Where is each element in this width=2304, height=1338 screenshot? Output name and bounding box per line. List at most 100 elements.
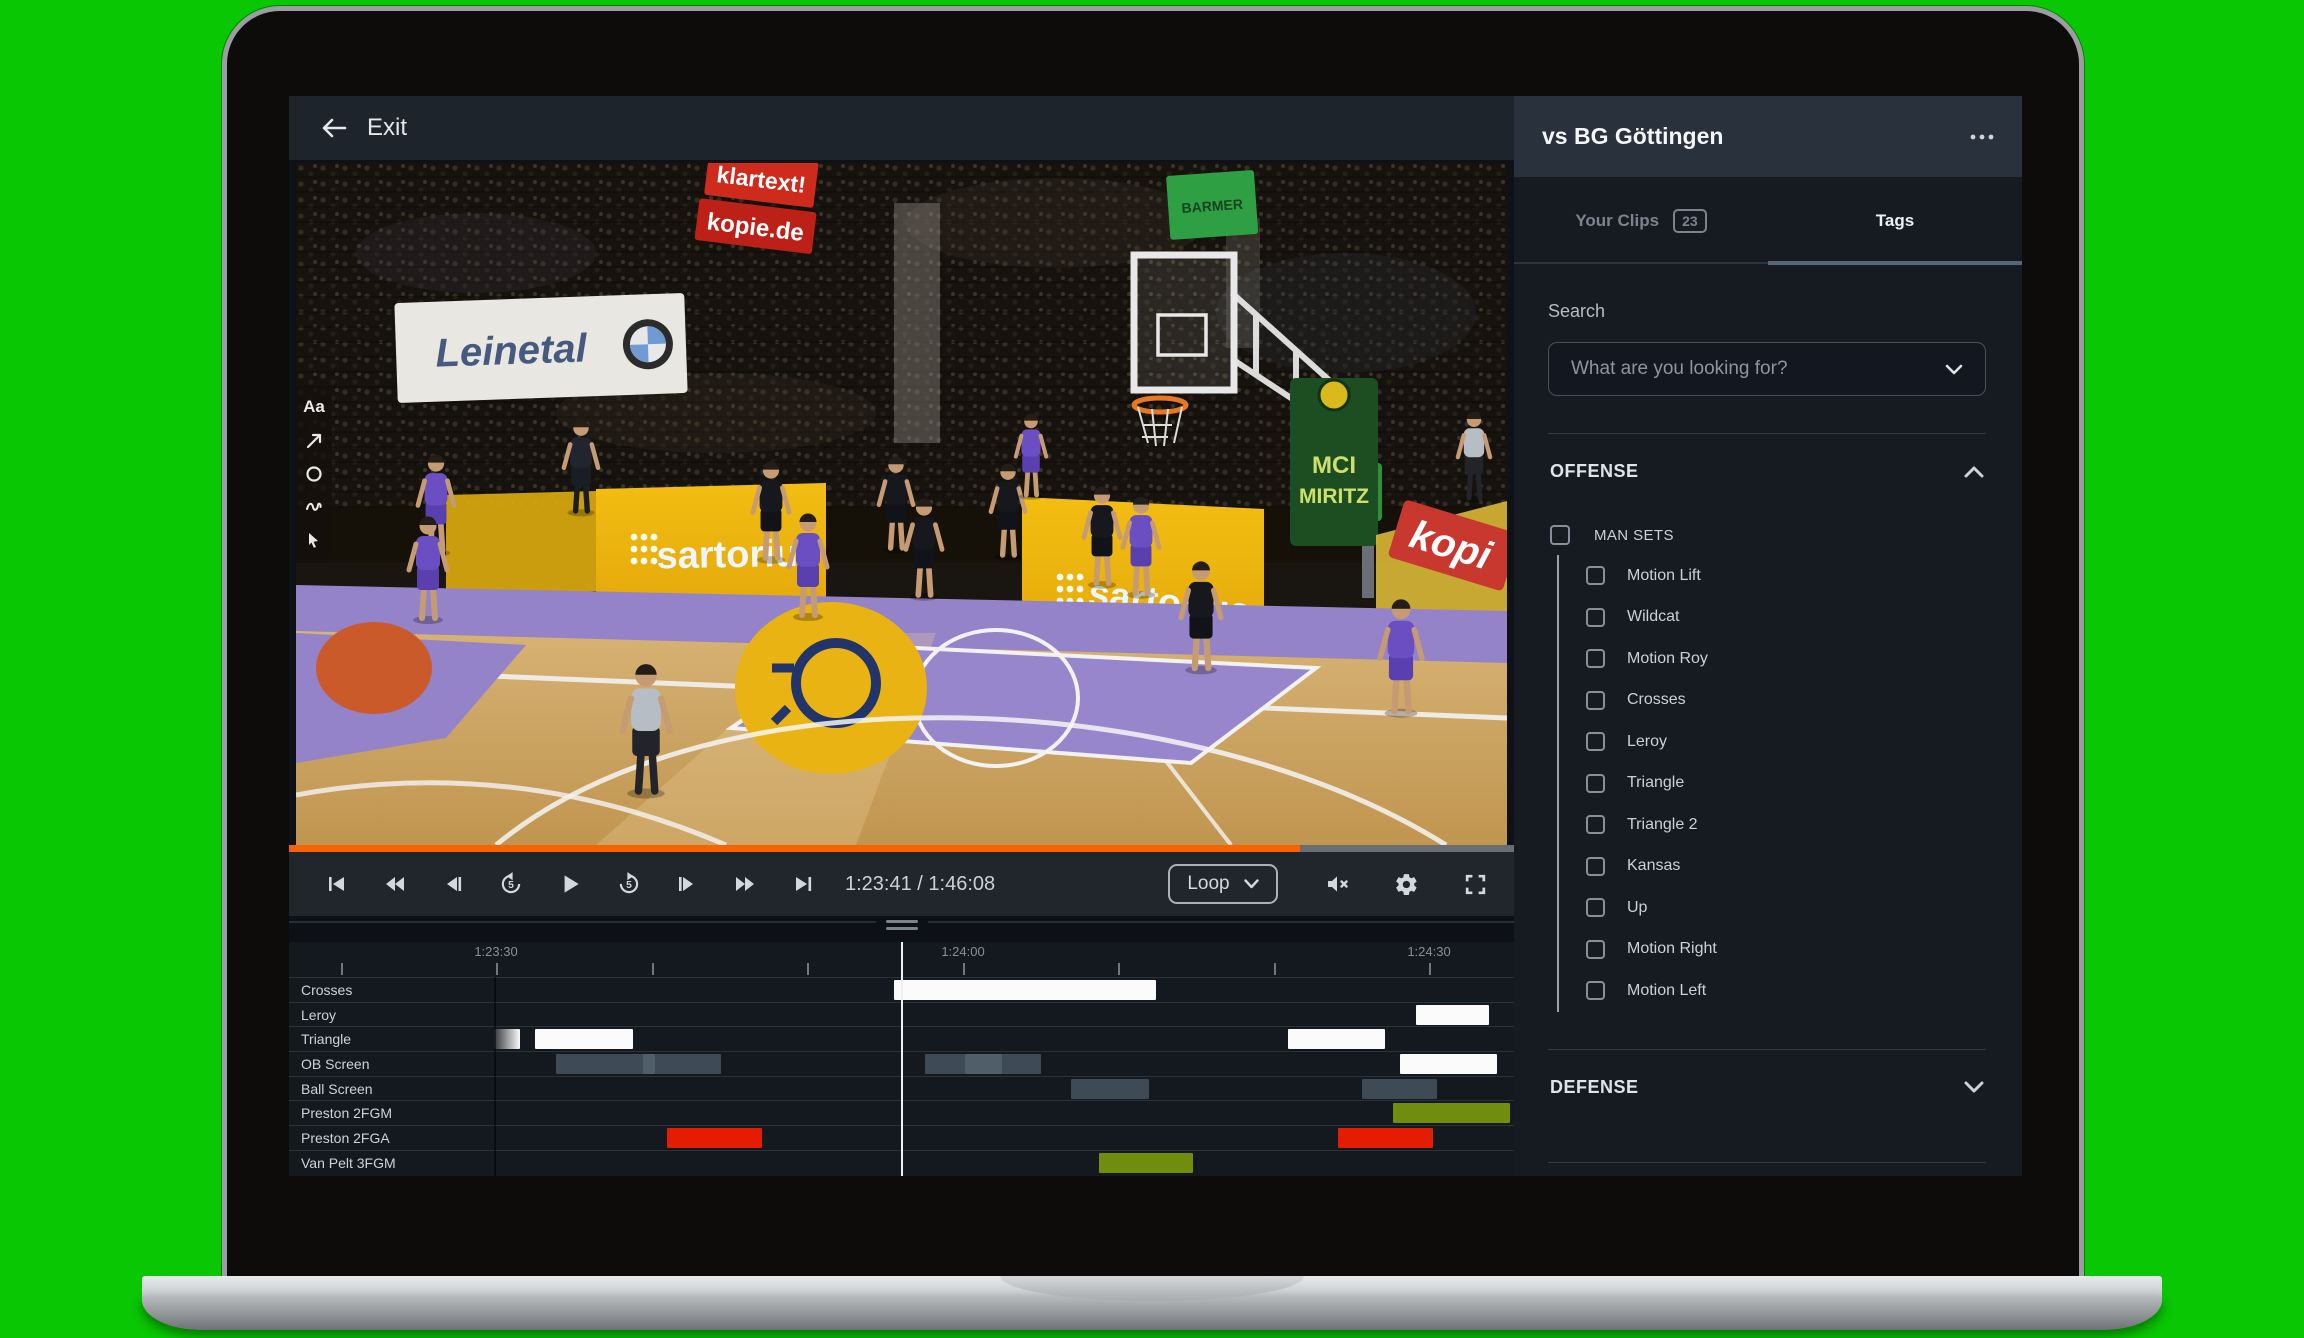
timeline-clip-bar[interactable] (1338, 1128, 1433, 1148)
search-input[interactable]: What are you looking for? (1548, 342, 1986, 396)
ruler-tick (1429, 963, 1431, 975)
tab-tags[interactable]: Tags (1768, 177, 2022, 265)
step-back-button[interactable] (441, 872, 465, 896)
checkbox[interactable] (1586, 566, 1605, 585)
mute-icon[interactable] (1324, 872, 1350, 896)
checkbox[interactable] (1586, 691, 1605, 710)
tag-item-kansas[interactable]: Kansas (1586, 846, 1986, 888)
loop-select[interactable]: Loop (1168, 864, 1278, 904)
checkbox[interactable] (1586, 815, 1605, 834)
mci-miritz-sign: MCI MIRITZ (1290, 378, 1378, 546)
checkbox[interactable] (1586, 940, 1605, 959)
timeline-clip-bar[interactable] (643, 1054, 655, 1074)
tag-item-motion-roy[interactable]: Motion Roy (1586, 638, 1986, 680)
tab-your-clips[interactable]: Your Clips 23 (1514, 177, 1768, 265)
checkbox[interactable] (1586, 774, 1605, 793)
timeline-clip-bar[interactable] (556, 1054, 721, 1074)
resize-handle[interactable] (876, 916, 928, 934)
video-progress-bar[interactable] (289, 845, 1514, 852)
rewind-button[interactable] (382, 872, 408, 896)
timeline-clip-bar[interactable] (965, 1054, 1002, 1074)
leinetal-banner: Leinetal (394, 293, 687, 403)
tag-item-up[interactable]: Up (1586, 887, 1986, 929)
tag-item-label: Up (1627, 899, 1647, 917)
text-tool-icon[interactable]: Aa (303, 397, 325, 417)
tag-item-crosses[interactable]: Crosses (1586, 680, 1986, 722)
checkbox[interactable] (1550, 525, 1570, 545)
tag-item-wildcat[interactable]: Wildcat (1586, 597, 1986, 639)
tag-timeline[interactable]: 1:23:301:24:001:24:30 CrossesLeroyTriang… (289, 942, 1514, 1176)
tag-children: Motion LiftWildcatMotion RoyCrossesLeroy… (1557, 555, 1986, 1012)
checkbox[interactable] (1586, 608, 1605, 627)
ruler-tick (1118, 963, 1120, 975)
tag-item-label: Motion Left (1627, 982, 1706, 1000)
ruler-time-label: 1:23:30 (474, 944, 517, 959)
video-player[interactable]: Leinetal klartext! kopie.de BARMER (296, 163, 1507, 845)
svg-text:MIRITZ: MIRITZ (1299, 485, 1369, 508)
search-label: Search (1548, 301, 1986, 322)
loop-select-label: Loop (1187, 873, 1229, 895)
tag-item-motion-lift[interactable]: Motion Lift (1586, 555, 1986, 597)
checkbox[interactable] (1586, 649, 1605, 668)
checkbox[interactable] (1586, 732, 1605, 751)
timeline-row-label: Van Pelt 3FGM (301, 1155, 396, 1171)
laptop-base (142, 1297, 2162, 1330)
timeline-clip-bar[interactable] (1071, 1079, 1149, 1099)
timeline-clip-bar[interactable] (667, 1128, 762, 1148)
play-button[interactable] (557, 871, 583, 897)
timeline-row-label: OB Screen (301, 1056, 369, 1072)
timeline-clip-bar[interactable] (535, 1029, 633, 1049)
timeline-clip-bar[interactable] (1099, 1153, 1193, 1173)
timeline-playhead[interactable] (901, 942, 903, 1176)
skip-previous-button[interactable] (325, 872, 349, 896)
timeline-clip-bar[interactable] (494, 1029, 520, 1049)
fullscreen-icon[interactable] (1463, 872, 1488, 897)
tag-item-triangle[interactable]: Triangle (1586, 763, 1986, 805)
back-arrow-icon[interactable] (321, 117, 347, 139)
top-bar: Exit (289, 96, 1514, 160)
circle-tool-icon[interactable] (305, 465, 323, 483)
step-forward-button[interactable] (675, 872, 699, 896)
section-opposing-team[interactable]: OPPOSING TEAM (1548, 1163, 1986, 1177)
replay-5-button[interactable]: 5 (498, 871, 524, 897)
tag-group-man-sets[interactable]: MAN SETS (1550, 515, 1986, 555)
panel-divider (289, 916, 1514, 942)
barmer-banner: BARMER (1166, 170, 1258, 240)
exit-button[interactable]: Exit (367, 114, 407, 142)
sidebar: vs BG Göttingen Your Clips 23 Tags Searc… (1514, 96, 2022, 1176)
tag-item-motion-left[interactable]: Motion Left (1586, 970, 1986, 1012)
checkbox[interactable] (1586, 857, 1605, 876)
ruler-time-label: 1:24:00 (941, 944, 984, 959)
game-title: vs BG Göttingen (1542, 123, 1970, 150)
timeline-clip-bar[interactable] (1393, 1103, 1510, 1123)
more-options-icon[interactable] (1970, 134, 1994, 140)
timeline-clip-bar[interactable] (894, 980, 1156, 1000)
pointer-tool-icon[interactable] (305, 531, 323, 549)
timeline-clip-bar[interactable] (1416, 1005, 1489, 1025)
checkbox[interactable] (1586, 898, 1605, 917)
settings-gear-icon[interactable] (1394, 872, 1419, 897)
svg-text:5: 5 (626, 880, 632, 891)
fast-forward-button[interactable] (732, 872, 758, 896)
section-offense[interactable]: OFFENSE (1548, 434, 1986, 509)
freehand-tool-icon[interactable] (305, 498, 323, 516)
tab-underline-inactive (1514, 262, 1768, 264)
timeline-row-label: Crosses (301, 982, 352, 998)
timeline-marker (494, 977, 496, 1176)
timeline-clip-bar[interactable] (1288, 1029, 1385, 1049)
tag-item-triangle-2[interactable]: Triangle 2 (1586, 804, 1986, 846)
timeline-clip-bar[interactable] (1362, 1079, 1437, 1099)
timeline-row-label: Triangle (301, 1031, 351, 1047)
timeline-clip-bar[interactable] (1400, 1054, 1497, 1074)
defense-label: DEFENSE (1550, 1077, 1639, 1098)
section-defense[interactable]: DEFENSE (1548, 1050, 1986, 1125)
skip-next-button[interactable] (791, 872, 815, 896)
tag-item-motion-right[interactable]: Motion Right (1586, 929, 1986, 971)
tag-item-leroy[interactable]: Leroy (1586, 721, 1986, 763)
checkbox[interactable] (1586, 981, 1605, 1000)
ruler-tick (807, 963, 809, 975)
ruler-time-label: 1:24:30 (1407, 944, 1450, 959)
center-circle-logo (735, 602, 927, 774)
arrow-tool-icon[interactable] (305, 432, 323, 450)
forward-5-button[interactable]: 5 (616, 871, 642, 897)
